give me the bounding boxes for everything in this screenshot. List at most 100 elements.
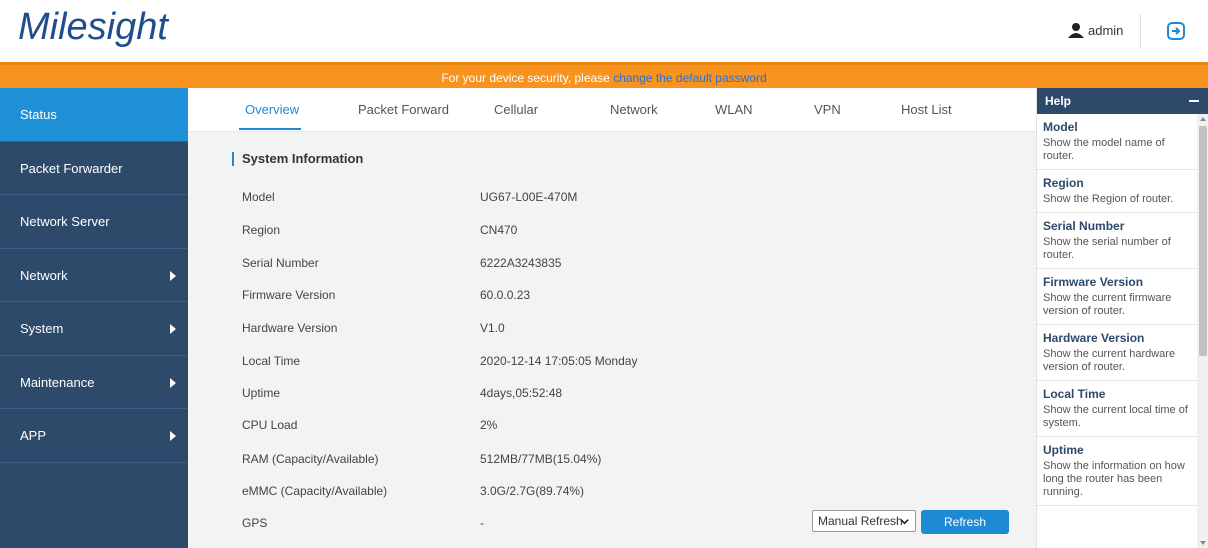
help-item-title: Uptime — [1043, 443, 1084, 457]
help-item-title: Firmware Version — [1043, 275, 1144, 289]
logout-icon[interactable] — [1166, 21, 1186, 41]
sidebar-item-label: Status — [20, 107, 57, 122]
sidebar-item-label: Network Server — [20, 214, 110, 229]
info-value: 2% — [480, 418, 498, 432]
banner-text: For your device security, please — [441, 71, 614, 85]
info-value: CN470 — [480, 223, 518, 237]
help-item-title: Region — [1043, 176, 1084, 190]
sidebar-item-network-server[interactable]: Network Server — [0, 195, 188, 249]
info-row-hardware-version: Hardware Version V1.0 — [242, 321, 1022, 341]
scrollbar-thumb[interactable] — [1199, 126, 1207, 356]
collapse-icon[interactable] — [1189, 100, 1199, 102]
help-item-desc: Show the current firmware version of rou… — [1043, 292, 1172, 317]
info-row-region: Region CN470 — [242, 223, 1022, 243]
expand-arrow-icon — [170, 377, 176, 388]
chevron-down-icon — [900, 519, 909, 525]
info-value: 512MB/77MB(15.04%) — [480, 452, 602, 466]
info-label: Serial Number — [242, 256, 319, 270]
help-item: Firmware Version Show the current firmwar… — [1037, 269, 1197, 325]
help-item-title: Model — [1043, 120, 1078, 134]
info-row-ram: RAM (Capacity/Available) 512MB/77MB(15.04… — [242, 452, 1022, 472]
sidebar-item-label: Maintenance — [20, 374, 95, 390]
help-title: Help — [1045, 94, 1072, 108]
tab-vpn[interactable]: VPN — [814, 102, 841, 117]
info-value: 2020-12-14 17:05:05 Monday — [480, 354, 638, 368]
info-row-cpu-load: CPU Load 2% — [242, 418, 1022, 438]
help-header: Help — [1037, 88, 1208, 114]
security-banner: For your device security, please change … — [0, 62, 1208, 88]
user-name: admin — [1088, 22, 1124, 38]
sidebar-item-packet-forwarder[interactable]: Packet Forwarder — [0, 142, 188, 195]
info-row-serial-number: Serial Number 6222A3243835 — [242, 256, 1022, 276]
milesight-logo[interactable]: Milesight — [18, 6, 168, 49]
sidebar-item-label: Packet Forwarder — [20, 160, 123, 176]
sidebar: Status Packet Forwarder Network Server N… — [0, 88, 188, 548]
help-item: Hardware Version Show the current hardwar… — [1037, 325, 1197, 381]
user-menu[interactable]: admin — [1068, 22, 1123, 38]
info-label: Region — [242, 223, 281, 237]
sidebar-item-label: System — [20, 321, 64, 336]
help-item-desc: Show the current hardware version of rou… — [1043, 348, 1176, 373]
help-item-desc: Show the information on how long the rou… — [1043, 460, 1185, 498]
header: Milesight admin — [0, 0, 1208, 62]
sidebar-item-label: Network — [20, 267, 68, 283]
expand-arrow-icon — [170, 431, 176, 441]
info-label: CPU Load — [242, 418, 298, 432]
user-icon — [1068, 23, 1084, 38]
change-password-link[interactable]: change the default password — [613, 71, 766, 85]
active-tab-indicator — [239, 128, 301, 130]
scroll-up-icon[interactable] — [1200, 117, 1206, 121]
tab-bar: Overview Packet Forward Cellular Network… — [188, 88, 1036, 132]
refresh-mode-value: Manual Refresh — [818, 514, 903, 528]
info-value: 60.0.0.23 — [480, 288, 531, 302]
help-item-desc: Show the Region of router. — [1043, 193, 1174, 205]
tab-cellular[interactable]: Cellular — [494, 102, 538, 117]
info-value: UG67-L00E-470M — [480, 190, 578, 204]
scroll-down-icon[interactable] — [1200, 541, 1206, 545]
info-label: Uptime — [242, 386, 281, 400]
info-value: 3.0G/2.7G(89.74%) — [480, 484, 585, 498]
help-item-title: Serial Number — [1043, 219, 1125, 233]
main-panel: Overview Packet Forward Cellular Network… — [188, 88, 1036, 548]
tab-overview[interactable]: Overview — [245, 102, 299, 117]
info-label: Local Time — [242, 354, 301, 368]
help-panel: Help Model Show the model name of router.… — [1036, 88, 1208, 548]
refresh-mode-select[interactable]: Manual Refresh — [812, 510, 916, 532]
info-label: RAM (Capacity/Available) — [242, 452, 379, 466]
info-value: V1.0 — [480, 321, 505, 335]
help-item-desc: Show the model name of router. — [1043, 137, 1165, 162]
sidebar-item-app[interactable]: APP — [0, 409, 188, 463]
info-label: Model — [242, 190, 275, 204]
help-scrollbar[interactable] — [1197, 114, 1208, 548]
info-row-emmc: eMMC (Capacity/Available) 3.0G/2.7G(89.74… — [242, 484, 1022, 504]
help-item: Region Show the Region of router. — [1037, 170, 1197, 213]
info-row-local-time: Local Time 2020-12-14 17:05:05 Monday — [242, 354, 1022, 374]
info-label: GPS — [242, 516, 268, 530]
help-body: Model Show the model name of router. Regi… — [1037, 114, 1197, 548]
tab-packet-forward[interactable]: Packet Forward — [358, 102, 449, 117]
help-item: Uptime Show the information on how long t… — [1037, 437, 1197, 506]
info-row-firmware-version: Firmware Version 60.0.0.23 — [242, 288, 1022, 308]
system-information-panel: System Information Model UG67-L00E-470M R… — [188, 132, 1036, 548]
sidebar-item-system[interactable]: System — [0, 302, 188, 356]
expand-arrow-icon — [170, 324, 176, 334]
info-value: - — [480, 516, 484, 530]
tab-wlan[interactable]: WLAN — [715, 102, 753, 117]
help-item-title: Hardware Version — [1043, 331, 1145, 345]
tab-host-list[interactable]: Host List — [901, 102, 952, 117]
help-item-desc: Show the current local time of system. — [1043, 404, 1188, 429]
tab-network[interactable]: Network — [610, 102, 658, 117]
sidebar-item-status[interactable]: Status — [0, 88, 188, 142]
info-value: 4days,05:52:48 — [480, 386, 563, 400]
info-label: eMMC (Capacity/Available) — [242, 484, 388, 498]
sidebar-item-maintenance[interactable]: Maintenance — [0, 356, 188, 409]
header-divider — [1140, 14, 1141, 48]
info-value: 6222A3243835 — [480, 256, 562, 270]
refresh-button[interactable]: Refresh — [921, 510, 1009, 534]
help-item: Model Show the model name of router. — [1037, 114, 1197, 170]
sidebar-item-network[interactable]: Network — [0, 249, 188, 302]
help-item-title: Local Time — [1043, 387, 1106, 401]
help-item-desc: Show the serial number of router. — [1043, 236, 1171, 261]
sidebar-item-label: APP — [20, 428, 47, 443]
info-label: Firmware Version — [242, 288, 336, 302]
